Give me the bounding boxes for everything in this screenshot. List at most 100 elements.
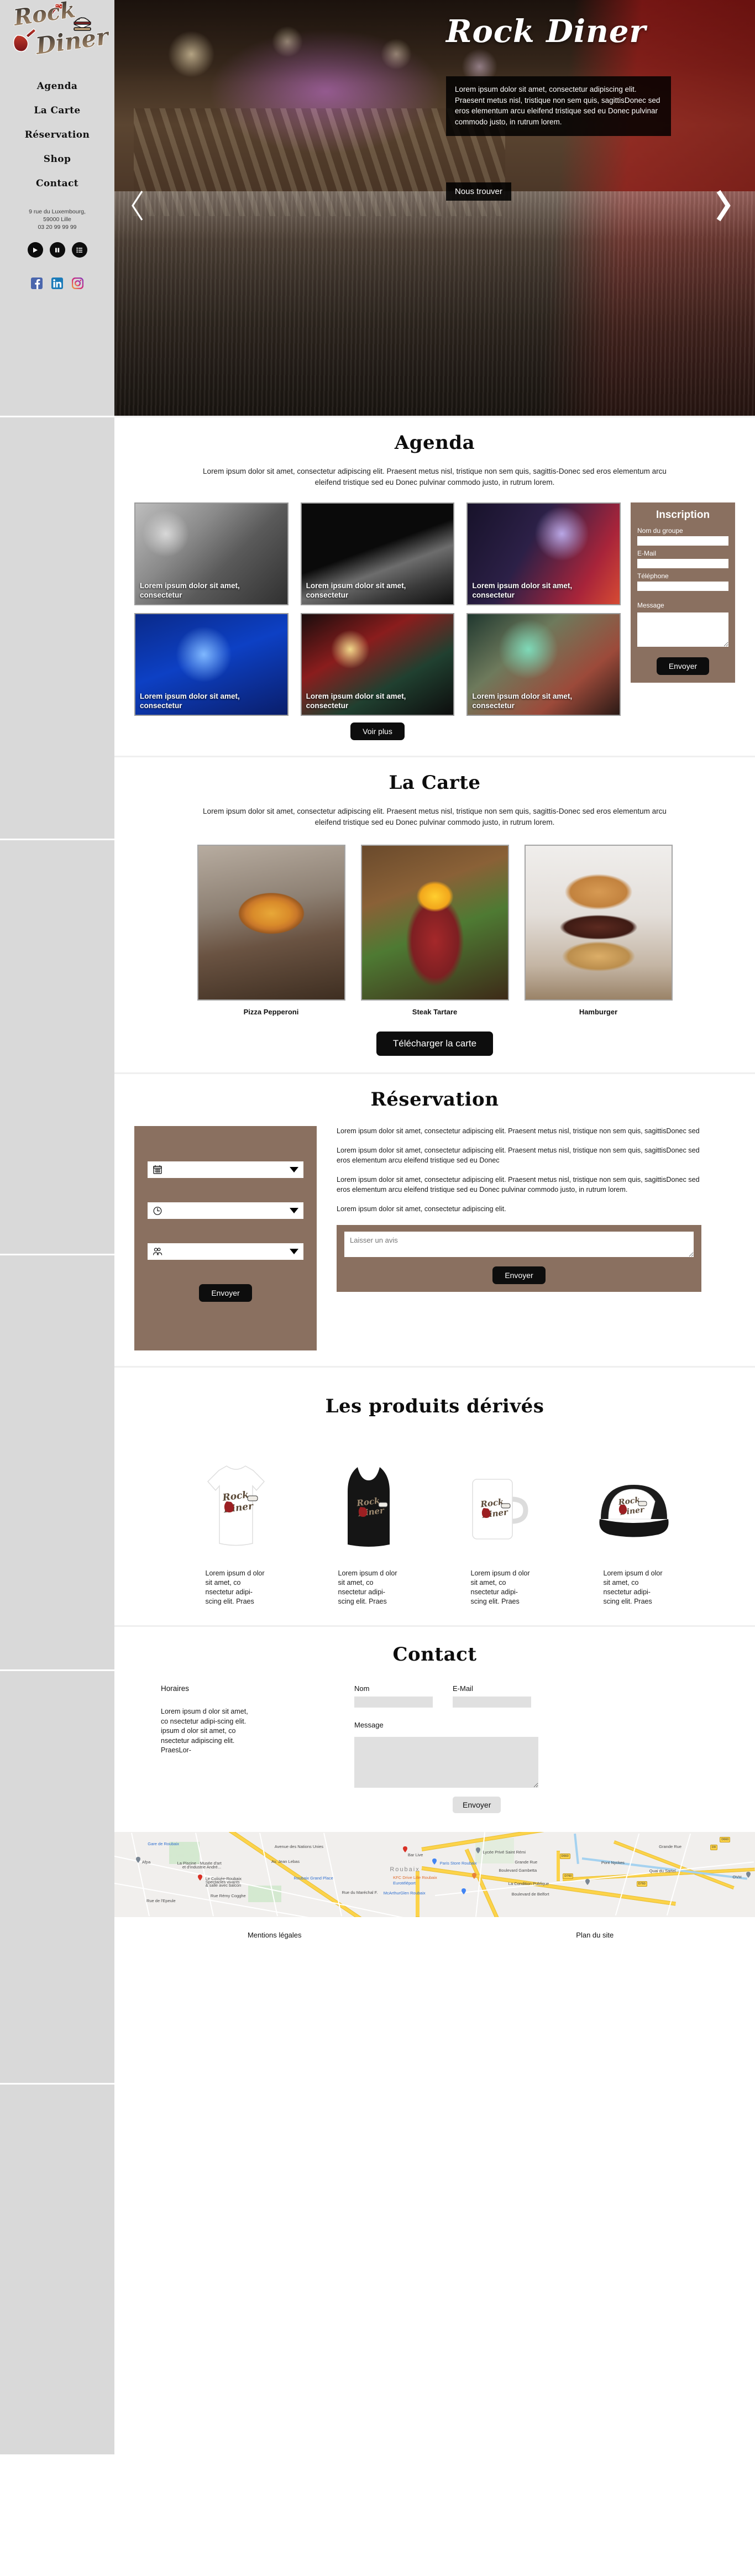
reservation-paragraph: Lorem ipsum dolor sit amet, consectetur … bbox=[337, 1146, 700, 1164]
map-label: Av. Jean Lebas bbox=[271, 1859, 300, 1865]
product-tshirt[interactable]: Rock Diner Lorem ipsum d olor sit amet, … bbox=[175, 1459, 297, 1606]
map-pin-paris-store[interactable] bbox=[432, 1858, 437, 1865]
map-pin-bar-live[interactable] bbox=[402, 1846, 407, 1853]
carousel-prev-button[interactable] bbox=[129, 189, 146, 222]
email-input[interactable] bbox=[637, 559, 728, 568]
carte-intro: Lorem ipsum dolor sit amet, consectetur … bbox=[203, 807, 667, 826]
phone-number: 03 20 99 99 99 bbox=[38, 224, 77, 231]
group-name-input[interactable] bbox=[637, 536, 728, 546]
svg-text:Diner: Diner bbox=[33, 23, 109, 60]
play-button[interactable] bbox=[27, 242, 43, 258]
sidebar-logo[interactable]: Rock Diner bbox=[5, 0, 112, 62]
sidebar-item-contact[interactable]: Contact bbox=[0, 171, 114, 196]
linkedin-icon bbox=[53, 279, 62, 287]
review-submit-button[interactable]: Envoyer bbox=[492, 1266, 546, 1284]
map-label: Afpa bbox=[141, 1860, 151, 1865]
contact-message-textarea[interactable] bbox=[354, 1737, 538, 1788]
legal-notice-link[interactable]: Mentions légales bbox=[248, 1931, 302, 1939]
inscription-submit-button[interactable]: Envoyer bbox=[656, 657, 710, 675]
map-pin-afpa[interactable] bbox=[136, 1856, 141, 1863]
find-us-button[interactable]: Nous trouver bbox=[446, 182, 511, 201]
cap-image: Rock Diner bbox=[573, 1459, 695, 1552]
hamburger-image bbox=[524, 845, 673, 1001]
map-pin-kfc[interactable] bbox=[471, 1872, 476, 1879]
pause-button[interactable] bbox=[49, 242, 65, 258]
product-tanktop[interactable]: Rock Diner Lorem ipsum d olor sit amet, … bbox=[307, 1459, 430, 1606]
facebook-icon bbox=[35, 279, 40, 289]
contact-email-label: E-Mail bbox=[453, 1684, 473, 1693]
sidebar-item-la-carte[interactable]: La Carte bbox=[0, 98, 114, 123]
carousel-next-button[interactable] bbox=[714, 189, 732, 222]
chevron-right-icon bbox=[716, 190, 731, 222]
shop-title: Les produits dérivés bbox=[325, 1395, 544, 1417]
review-textarea[interactable] bbox=[344, 1232, 694, 1257]
agenda-card[interactable]: Lorem ipsum dolor sit amet, consectetur bbox=[134, 613, 289, 716]
tshirt-image: Rock Diner bbox=[175, 1459, 297, 1552]
hero-background-image bbox=[114, 0, 755, 416]
product-description: Lorem ipsum d olor sit amet, co nsectetu… bbox=[603, 1569, 663, 1605]
carte-title: La Carte bbox=[389, 772, 481, 794]
download-menu-button[interactable]: Télécharger la carte bbox=[376, 1032, 494, 1056]
map-pin-lycee[interactable] bbox=[475, 1847, 480, 1854]
sitemap-link[interactable]: Plan du site bbox=[576, 1931, 614, 1939]
map-label: Paris Store Roubaix bbox=[439, 1860, 477, 1866]
sidebar-item-reservation[interactable]: Réservation bbox=[0, 123, 114, 147]
location-map[interactable]: Gare de Roubaix Avenue des Nations Unies B… bbox=[114, 1832, 755, 1917]
agenda-card-caption: Lorem ipsum dolor sit amet, consectetur bbox=[306, 692, 406, 710]
carte-item-name: Hamburger bbox=[579, 1008, 618, 1016]
footer: Mentions légales Plan du site bbox=[114, 1917, 755, 1954]
map-pin-colisee[interactable] bbox=[197, 1875, 202, 1881]
mug-icon: Rock Diner bbox=[471, 1479, 528, 1540]
map-pin-condition-publique[interactable] bbox=[585, 1878, 590, 1885]
map-pin-mcarthurglen[interactable] bbox=[462, 1888, 466, 1894]
map-label: Avenue des Nations Unies bbox=[274, 1844, 323, 1849]
contact-form: Nom E-Mail Message Envoyer bbox=[354, 1684, 686, 1813]
reservation-paragraph: Lorem ipsum dolor sit amet, consectetur … bbox=[337, 1176, 700, 1193]
product-mug[interactable]: Rock Diner Lorem ipsum d olor sit amet, … bbox=[440, 1459, 563, 1606]
product-cap[interactable]: Rock Diner Lorem ipsum d olor sit amet, … bbox=[573, 1459, 695, 1606]
tanktop-icon: Rock Diner bbox=[347, 1467, 390, 1547]
facebook-link[interactable] bbox=[31, 278, 43, 289]
reservation-section: Réservation Envoyer Lorem ipsum dolor si… bbox=[114, 1074, 755, 1366]
product-description: Lorem ipsum d olor sit amet, co nsectetu… bbox=[470, 1569, 530, 1605]
product-grid: Rock Diner Lorem ipsum d olor sit amet, … bbox=[114, 1459, 755, 1606]
hero-title: Rock Diner bbox=[446, 13, 646, 50]
map-pin-ovh[interactable] bbox=[746, 1872, 751, 1878]
sidebar-separator-4 bbox=[0, 1669, 114, 1671]
reservation-form: Envoyer bbox=[134, 1126, 317, 1350]
group-name-label: Nom du groupe bbox=[637, 527, 683, 535]
sidebar-item-agenda[interactable]: Agenda bbox=[0, 74, 114, 98]
time-select[interactable] bbox=[148, 1202, 303, 1219]
agenda-card[interactable]: Lorem ipsum dolor sit amet, consectetur bbox=[300, 613, 455, 716]
contact-section: Contact Horaires Lorem ipsum d olor sit … bbox=[114, 1627, 755, 1832]
agenda-card[interactable]: Lorem ipsum dolor sit amet, consectetur bbox=[134, 502, 289, 605]
playlist-button[interactable] bbox=[71, 242, 87, 258]
map-route-shield: D9 bbox=[710, 1845, 717, 1851]
carte-item[interactable]: Steak Tartare bbox=[360, 845, 509, 1016]
see-more-button[interactable]: Voir plus bbox=[350, 722, 405, 740]
map-label: La Condition Publique bbox=[508, 1881, 549, 1887]
agenda-card[interactable]: Lorem ipsum dolor sit amet, consectetur bbox=[466, 502, 621, 605]
phone-input[interactable] bbox=[637, 582, 728, 591]
contact-email-input[interactable] bbox=[453, 1697, 531, 1708]
carte-item[interactable]: Pizza Pepperoni bbox=[197, 845, 345, 1016]
map-label: Grande Rue bbox=[659, 1844, 681, 1849]
pizza-image bbox=[197, 845, 345, 1001]
message-textarea[interactable] bbox=[637, 612, 728, 647]
reservation-submit-button[interactable]: Envoyer bbox=[199, 1284, 252, 1302]
contact-name-input[interactable] bbox=[354, 1697, 433, 1708]
contact-submit-button[interactable]: Envoyer bbox=[453, 1797, 501, 1813]
sidebar-item-shop[interactable]: Shop bbox=[0, 147, 114, 171]
date-select[interactable] bbox=[148, 1161, 303, 1178]
hero-carousel: Rock Diner Lorem ipsum dolor sit amet, c… bbox=[114, 0, 755, 416]
linkedin-link[interactable] bbox=[51, 278, 63, 289]
carte-item[interactable]: Hamburger bbox=[524, 845, 673, 1016]
agenda-card[interactable]: Lorem ipsum dolor sit amet, consectetur bbox=[300, 502, 455, 605]
chevron-left-icon bbox=[132, 191, 143, 221]
instagram-link[interactable] bbox=[72, 278, 83, 289]
map-label: Rue du Maréchal F. bbox=[342, 1889, 378, 1895]
guests-select[interactable] bbox=[148, 1243, 303, 1260]
agenda-card-caption: Lorem ipsum dolor sit amet, consectetur bbox=[472, 692, 573, 710]
audio-player-controls bbox=[27, 242, 87, 258]
agenda-card[interactable]: Lorem ipsum dolor sit amet, consectetur bbox=[466, 613, 621, 716]
